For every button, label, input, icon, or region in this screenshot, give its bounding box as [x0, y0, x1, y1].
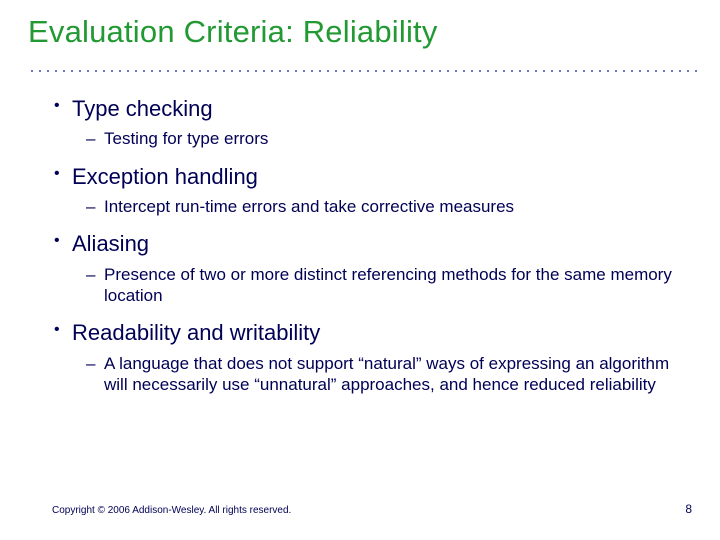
bullet-text: Aliasing [72, 231, 149, 256]
subbullet-text: Testing for type errors [104, 129, 268, 148]
subbullet-text: Intercept run-time errors and take corre… [104, 197, 514, 216]
bullet-text: Readability and writability [72, 320, 320, 345]
bullet-l2: Presence of two or more distinct referen… [86, 264, 672, 307]
content-area: Type checking Testing for type errors Ex… [52, 96, 672, 409]
bullet-text: Type checking [72, 96, 213, 121]
footer-copyright: Copyright © 2006 Addison-Wesley. All rig… [52, 505, 291, 516]
bullet-l2: Testing for type errors [86, 128, 672, 149]
bullet-l2: Intercept run-time errors and take corre… [86, 196, 672, 217]
divider-dots [28, 70, 702, 72]
slide: Evaluation Criteria: Reliability Type ch… [0, 0, 720, 540]
bullet-l1: Aliasing [52, 231, 672, 257]
bullet-l1: Readability and writability [52, 320, 672, 346]
subbullet-text: A language that does not support “natura… [104, 354, 669, 394]
bullet-l2: A language that does not support “natura… [86, 353, 672, 396]
bullet-text: Exception handling [72, 164, 258, 189]
page-number: 8 [685, 502, 692, 516]
bullet-l1: Type checking [52, 96, 672, 122]
bullet-l1: Exception handling [52, 164, 672, 190]
slide-title: Evaluation Criteria: Reliability [28, 14, 438, 50]
subbullet-text: Presence of two or more distinct referen… [104, 265, 672, 305]
